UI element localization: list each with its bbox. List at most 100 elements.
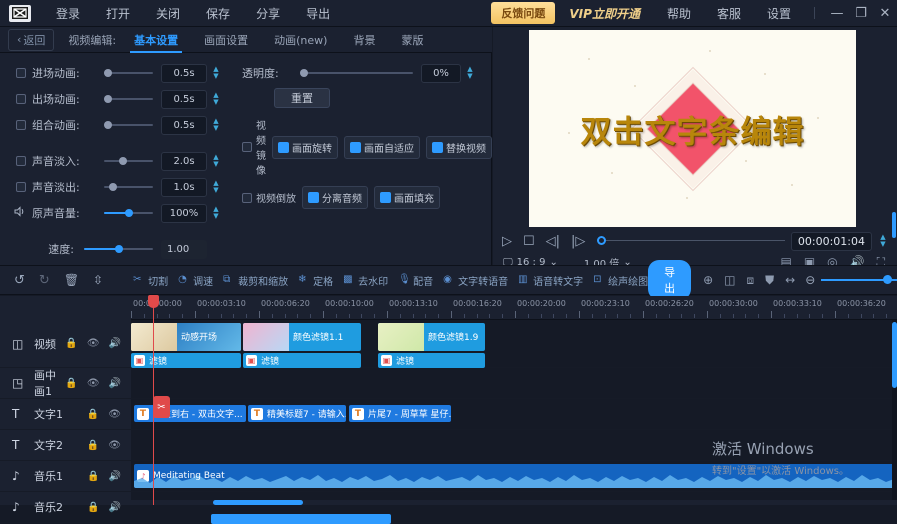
lane-text2[interactable] bbox=[131, 430, 897, 461]
slider-knob[interactable] bbox=[300, 69, 308, 77]
checkbox-video-mirror[interactable] bbox=[242, 142, 252, 152]
slider-combo-animation[interactable] bbox=[104, 119, 153, 131]
option-video-reverse[interactable]: 视频倒放 bbox=[240, 190, 296, 205]
tool-split[interactable]: ✂ 切割 bbox=[133, 273, 168, 288]
checkbox-audio-fadein[interactable] bbox=[16, 156, 26, 166]
zoom-slider-track[interactable] bbox=[821, 279, 897, 281]
table-row[interactable]: 颜色滤镜1.1 bbox=[243, 323, 361, 351]
tab-mask[interactable]: 蒙版 bbox=[393, 27, 431, 53]
menu-export[interactable]: 导出 bbox=[293, 1, 343, 26]
timeline-ruler[interactable]: 00:00:00:0000:00:03:1000:00:06:2000:00:1… bbox=[0, 296, 897, 320]
slider-knob[interactable] bbox=[115, 245, 123, 253]
lane-music2[interactable] bbox=[131, 492, 897, 523]
lock-icon[interactable]: 🔒 bbox=[87, 440, 99, 451]
track-header-music1[interactable]: ♪ 音乐1 🔒 🔊 bbox=[0, 461, 131, 492]
lane-pip1[interactable] bbox=[131, 368, 897, 399]
vip-button[interactable]: VIP立即开通 bbox=[569, 5, 640, 22]
reset-button[interactable]: 重置 bbox=[274, 88, 330, 108]
stepper-combo-animation[interactable]: ▲▼ bbox=[210, 118, 222, 132]
button-replace-video[interactable]: 替换视频 bbox=[426, 136, 492, 159]
stepper-exit-animation[interactable]: ▲▼ bbox=[210, 92, 222, 106]
slider-audio-fadeout[interactable] bbox=[104, 181, 153, 193]
split-at-playhead-icon[interactable]: ✂ bbox=[153, 396, 170, 418]
minimize-icon[interactable]: — bbox=[825, 0, 849, 27]
lane-music1[interactable]: ♪ Meditating Beat bbox=[131, 461, 897, 492]
button-fit-frame[interactable]: 画面自适应 bbox=[344, 136, 420, 159]
horizontal-scrollbar[interactable] bbox=[131, 500, 897, 505]
menu-share[interactable]: 分享 bbox=[243, 1, 293, 26]
export-button[interactable]: 导出 bbox=[648, 260, 691, 300]
stepper-audio-fadeout[interactable]: ▲▼ bbox=[210, 180, 222, 194]
tab-background[interactable]: 背景 bbox=[345, 27, 383, 53]
button-fill-frame[interactable]: 画面填充 bbox=[374, 186, 440, 209]
play-icon[interactable]: ▷ bbox=[502, 234, 512, 249]
button-detach-audio[interactable]: 分离音频 bbox=[302, 186, 368, 209]
lock-icon[interactable]: 🔒 bbox=[87, 409, 99, 420]
feedback-button[interactable]: 反馈问题 bbox=[491, 2, 555, 24]
table-row[interactable]: 动感开场 bbox=[131, 323, 241, 351]
mute-icon[interactable]: 🔊 bbox=[109, 338, 121, 349]
video-preview[interactable]: 双击文字条编辑 bbox=[529, 30, 856, 227]
stepper-opacity[interactable]: ▲▼ bbox=[464, 66, 476, 80]
shield-icon[interactable]: ⛊ bbox=[765, 273, 774, 288]
tool-remove-watermark[interactable]: ▩ 去水印 bbox=[343, 273, 388, 288]
value-speed[interactable]: 1.00 bbox=[161, 240, 207, 259]
checkbox-exit-animation[interactable] bbox=[16, 94, 26, 104]
redo-icon[interactable]: ↻ bbox=[39, 273, 50, 288]
customer-service-button[interactable]: 客服 bbox=[704, 1, 754, 26]
track-header-music2[interactable]: ♪ 音乐2 🔒 🔊 bbox=[0, 492, 131, 523]
track-header-pip1[interactable]: ◳ 画中画1 🔒 👁 🔊 bbox=[0, 368, 131, 399]
mute-icon[interactable]: 🔊 bbox=[109, 471, 121, 482]
track-header-video[interactable]: ◫ 视频 🔒 👁 🔊 bbox=[0, 320, 131, 368]
help-button[interactable]: 帮助 bbox=[654, 1, 704, 26]
stop-icon[interactable]: ☐ bbox=[523, 234, 535, 249]
track-header-text1[interactable]: T 文字1 🔒 👁 bbox=[0, 399, 131, 430]
slider-knob[interactable] bbox=[109, 183, 117, 191]
mute-icon[interactable]: 🔊 bbox=[109, 502, 121, 513]
slider-audio-fadein[interactable] bbox=[104, 155, 153, 167]
lane-video[interactable]: 动感开场 ▣ 滤镜 颜色滤镜1.1 ▣ 滤镜 颜色滤镜1.9 ▣ 滤镜 bbox=[131, 320, 897, 368]
option-video-mirror[interactable]: 视频镜像 bbox=[240, 117, 266, 177]
tool-speech-to-text[interactable]: ▥ 语音转文字 bbox=[518, 273, 583, 288]
list-item[interactable]: ▣ 滤镜 bbox=[378, 353, 485, 368]
next-frame-icon[interactable]: |▷ bbox=[571, 234, 585, 249]
slider-knob[interactable] bbox=[104, 69, 112, 77]
menu-open[interactable]: 打开 bbox=[93, 1, 143, 26]
lock-icon[interactable]: 🔒 bbox=[65, 338, 77, 349]
slider-speed[interactable] bbox=[84, 243, 153, 255]
tab-frame-settings[interactable]: 画面设置 bbox=[196, 27, 256, 53]
slider-knob[interactable] bbox=[104, 121, 112, 129]
stepper-original-volume[interactable]: ▲▼ bbox=[210, 206, 222, 220]
maximize-icon[interactable]: ❐ bbox=[849, 0, 873, 27]
track-header-text2[interactable]: T 文字2 🔒 👁 bbox=[0, 430, 131, 461]
tool-crop-zoom[interactable]: ⧉ 裁剪和缩放 bbox=[223, 273, 288, 288]
zoom-out-icon[interactable]: ⊖ bbox=[805, 273, 815, 287]
value-exit-animation[interactable]: 0.5s bbox=[161, 90, 207, 109]
mute-icon[interactable]: 🔊 bbox=[109, 378, 121, 389]
eye-icon[interactable]: 👁 bbox=[87, 338, 100, 349]
delete-icon[interactable]: 🗑 bbox=[64, 273, 79, 287]
checkbox-entrance-animation[interactable] bbox=[16, 68, 26, 78]
login-button[interactable]: 登录 bbox=[43, 1, 93, 26]
slider-entrance-animation[interactable] bbox=[104, 67, 153, 79]
tab-animation[interactable]: 动画(new) bbox=[266, 27, 335, 53]
scrollbar-thumb[interactable] bbox=[213, 500, 303, 505]
eye-icon[interactable]: 👁 bbox=[108, 440, 121, 451]
lock-icon[interactable]: 🔒 bbox=[87, 502, 99, 513]
tool-freeze[interactable]: ❄ 定格 bbox=[298, 273, 333, 288]
slider-exit-animation[interactable] bbox=[104, 93, 153, 105]
value-entrance-animation[interactable]: 0.5s bbox=[161, 64, 207, 83]
tool-text-to-speech[interactable]: ◉ 文字转语音 bbox=[443, 273, 508, 288]
table-row[interactable]: 颜色滤镜1.9 bbox=[378, 323, 485, 351]
settings-button[interactable]: 设置 bbox=[754, 1, 804, 26]
list-item[interactable] bbox=[211, 514, 391, 524]
lane-text1[interactable]: T 从左到右 - 双击文字... T 精美标题7 - 请输入... T 片尾7 … bbox=[131, 399, 897, 430]
progress-knob[interactable] bbox=[597, 236, 606, 245]
vertical-scrollbar[interactable] bbox=[892, 320, 897, 500]
value-combo-animation[interactable]: 0.5s bbox=[161, 116, 207, 135]
back-button[interactable]: ‹返回 bbox=[8, 29, 54, 51]
playhead-knob[interactable] bbox=[148, 295, 159, 308]
slider-knob[interactable] bbox=[119, 157, 127, 165]
stepper-entrance-animation[interactable]: ▲▼ bbox=[210, 66, 222, 80]
playback-progress-slider[interactable] bbox=[597, 235, 784, 247]
